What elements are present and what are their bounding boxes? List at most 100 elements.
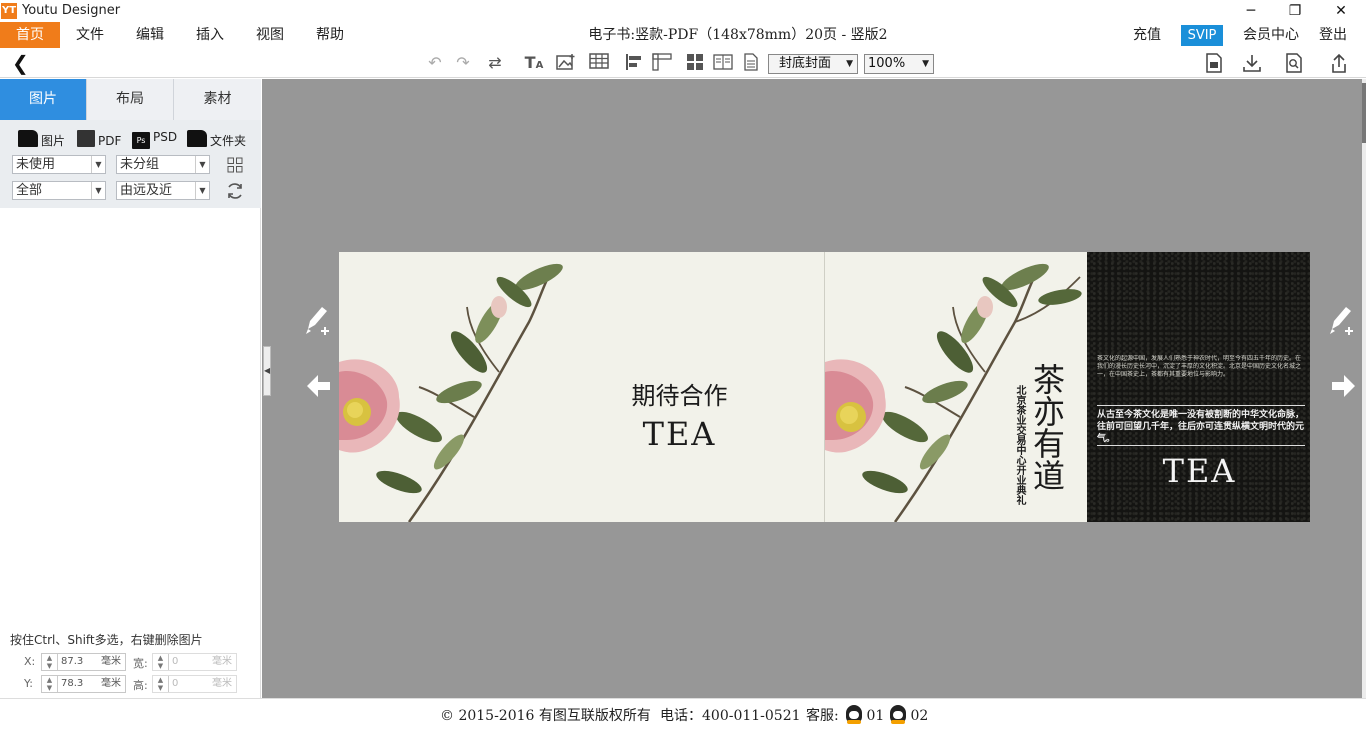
download-icon[interactable] bbox=[1241, 53, 1263, 73]
member-center-link[interactable]: 会员中心 bbox=[1243, 22, 1299, 48]
grid-icon[interactable] bbox=[684, 53, 706, 73]
x-input[interactable]: ▲ ▼ 87.3 毫米 bbox=[41, 653, 126, 671]
vertical-scrollbar[interactable] bbox=[1362, 79, 1366, 698]
vertical-title: 茶亦有道 bbox=[1028, 363, 1066, 491]
phone-text: 电话：400-011-0521 bbox=[660, 708, 801, 724]
folder-icon bbox=[18, 130, 38, 147]
shuffle-icon[interactable]: ⇄ bbox=[484, 53, 506, 73]
app-title: Youtu Designer bbox=[22, 3, 121, 18]
psd-icon: Ps bbox=[132, 132, 150, 149]
source-folder-label: 文件夹 bbox=[210, 134, 247, 148]
undo-icon[interactable]: ↶ bbox=[424, 53, 446, 73]
add-page-left-icon[interactable] bbox=[302, 303, 332, 344]
qq-icon bbox=[890, 705, 906, 724]
tab-layout[interactable]: 布局 bbox=[87, 79, 174, 120]
footer: © 2015-2016 有图互联版权所有 电话：400-011-0521 客服:… bbox=[0, 698, 1366, 729]
logout-link[interactable]: 登出 bbox=[1319, 22, 1347, 48]
tab-materials[interactable]: 素材 bbox=[174, 79, 261, 120]
menu-file[interactable]: 文件 bbox=[62, 22, 118, 48]
tab-images[interactable]: 图片 bbox=[0, 79, 87, 120]
add-page-right-icon[interactable] bbox=[1326, 303, 1356, 344]
divider-line bbox=[1097, 405, 1305, 406]
qq-service-2[interactable]: 02 bbox=[890, 705, 928, 724]
book-icon[interactable] bbox=[712, 53, 734, 73]
table-icon[interactable] bbox=[588, 53, 610, 73]
back-arrow-icon[interactable]: ❮ bbox=[12, 51, 29, 75]
tea-leaves-photo: 茶文化的起源中国，发展人们熟悉于神农时代，明至今有四五千年的历史。在我们的漫长历… bbox=[1087, 252, 1310, 522]
camellia-illustration bbox=[339, 263, 563, 522]
menu-bar: 首页 文件 编辑 插入 视图 帮助 电子书:竖款-PDF（148x78mm）20… bbox=[0, 22, 1366, 48]
customer-service-label: 客服: bbox=[806, 708, 839, 724]
divider-line-2 bbox=[1097, 445, 1305, 446]
highlight-paragraph: 从古至今茶文化是唯一没有被割断的中华文化命脉，往前可回望几千年，往后亦可连贯纵横… bbox=[1097, 410, 1305, 444]
scrollbar-thumb[interactable] bbox=[1362, 83, 1366, 143]
x-label: X: bbox=[24, 655, 36, 668]
preview-icon[interactable] bbox=[1283, 53, 1305, 73]
title-bar: YT Youtu Designer ─ ❐ ✕ bbox=[0, 0, 1366, 22]
folder-icon bbox=[187, 130, 207, 147]
y-input[interactable]: ▲ ▼ 78.3 毫米 bbox=[41, 675, 126, 693]
page-back-cover[interactable]: 期待合作 TEA bbox=[339, 252, 824, 522]
source-images[interactable]: 图片 bbox=[18, 130, 65, 149]
recharge-link[interactable]: 充值 bbox=[1133, 22, 1161, 48]
document-title: 电子书:竖款-PDF（148x78mm）20页 - 竖版2 bbox=[588, 27, 888, 43]
previous-page-icon[interactable] bbox=[304, 372, 332, 407]
source-images-label: 图片 bbox=[41, 134, 66, 148]
minimize-button[interactable]: ─ bbox=[1240, 2, 1262, 20]
menu-insert[interactable]: 插入 bbox=[182, 22, 238, 48]
sort-filter-dropdown[interactable]: 由远及近 ▼ bbox=[116, 181, 210, 200]
svip-button[interactable]: SVIP bbox=[1181, 25, 1223, 46]
vertical-subtitle: 北京茶业交易中心开业典礼 bbox=[1014, 385, 1025, 505]
ruler-icon[interactable] bbox=[651, 53, 673, 73]
source-pdf[interactable]: PDF bbox=[77, 130, 121, 148]
photo-brand: TEA bbox=[1162, 452, 1237, 490]
qq-service-1[interactable]: 01 bbox=[846, 705, 884, 724]
menu-help[interactable]: 帮助 bbox=[302, 22, 358, 48]
group-filter-dropdown[interactable]: 未分组 ▼ bbox=[116, 155, 210, 174]
menu-edit[interactable]: 编辑 bbox=[122, 22, 178, 48]
page-icon[interactable] bbox=[740, 53, 762, 73]
refresh-icon[interactable] bbox=[225, 181, 245, 205]
app-logo: YT bbox=[1, 3, 17, 19]
save-icon[interactable] bbox=[1203, 53, 1225, 73]
scope-filter-dropdown[interactable]: 全部 ▼ bbox=[12, 181, 106, 200]
height-input[interactable]: ▲ ▼ 0 毫米 bbox=[152, 675, 237, 693]
copyright-text: © 2015-2016 有图互联版权所有 bbox=[440, 708, 651, 724]
page-front-cover[interactable]: 茶亦有道 北京茶业交易中心开业典礼 茶文化的起源中国，发展人们熟悉于神农时代，明… bbox=[825, 252, 1310, 522]
source-pdf-label: PDF bbox=[98, 134, 122, 148]
x-stepper-icon[interactable]: ▲ ▼ bbox=[42, 654, 58, 670]
usage-filter-dropdown[interactable]: 未使用 ▼ bbox=[12, 155, 106, 174]
pdf-icon bbox=[77, 130, 95, 147]
align-left-icon[interactable] bbox=[624, 53, 646, 73]
cover-brand: TEA bbox=[642, 415, 717, 453]
toolbar: ❮ ↶ ↷ ⇄ TA 封底封面 ▼ 100% ▼ bbox=[0, 48, 1366, 78]
height-label: 高: bbox=[133, 679, 148, 692]
qq-icon bbox=[846, 705, 862, 724]
page-select[interactable]: 封底封面 ▼ bbox=[768, 54, 858, 74]
maximize-button[interactable]: ❐ bbox=[1284, 2, 1306, 20]
next-page-icon[interactable] bbox=[1330, 372, 1358, 407]
height-stepper-icon[interactable]: ▲ ▼ bbox=[153, 676, 169, 692]
menu-view[interactable]: 视图 bbox=[242, 22, 298, 48]
zoom-select[interactable]: 100% ▼ bbox=[864, 54, 934, 74]
redo-icon[interactable]: ↷ bbox=[452, 53, 474, 73]
cover-title: 期待合作 bbox=[631, 382, 728, 410]
share-icon[interactable] bbox=[1328, 53, 1350, 73]
y-label: Y: bbox=[24, 677, 33, 690]
menu-home[interactable]: 首页 bbox=[0, 22, 60, 48]
image-icon[interactable] bbox=[555, 53, 577, 73]
filter-box: 图片 PDF Ps PSD 文件夹 未使用 ▼ 未分组 ▼ 全部 ▼ 由远及近 ▼ bbox=[0, 120, 261, 208]
width-input[interactable]: ▲ ▼ 0 毫米 bbox=[152, 653, 237, 671]
grid-view-icon[interactable] bbox=[227, 157, 243, 177]
close-button[interactable]: ✕ bbox=[1330, 2, 1352, 20]
panel-tabs: 图片 布局 素材 bbox=[0, 79, 261, 120]
source-psd-label: PSD bbox=[153, 130, 178, 144]
source-psd[interactable]: Ps PSD bbox=[132, 130, 177, 149]
collapse-panel-handle[interactable]: ◀ bbox=[263, 346, 271, 396]
width-label: 宽: bbox=[133, 657, 148, 670]
y-stepper-icon[interactable]: ▲ ▼ bbox=[42, 676, 58, 692]
width-stepper-icon[interactable]: ▲ ▼ bbox=[153, 654, 169, 670]
text-icon[interactable]: TA bbox=[523, 53, 545, 73]
intro-paragraph: 茶文化的起源中国，发展人们熟悉于神农时代，明至今有四五千年的历史。在我们的漫长历… bbox=[1097, 355, 1302, 378]
source-folder[interactable]: 文件夹 bbox=[187, 130, 246, 149]
